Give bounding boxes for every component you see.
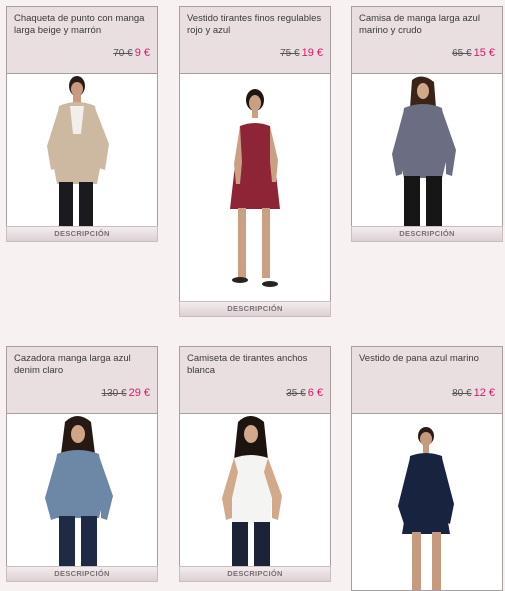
product-card-1[interactable]: Chaqueta de punto con manga larga beige … xyxy=(6,6,158,227)
price: 80 €12 € xyxy=(452,387,495,400)
old-price: 75 € xyxy=(280,48,300,59)
description-button[interactable]: DESCRIPCIÓN xyxy=(179,566,331,582)
price: 75 €19 € xyxy=(280,47,323,60)
old-price: 35 € xyxy=(286,388,306,399)
product-card-6[interactable]: Vestido de pana azul marino 80 €12 € xyxy=(351,346,503,591)
product-title[interactable]: Camisa de manga larga azul marino y crud… xyxy=(359,13,495,37)
product-title[interactable]: Cazadora manga larga azul denim claro xyxy=(14,353,150,377)
sale-price: 15 € xyxy=(473,47,495,59)
price: 35 €6 € xyxy=(286,387,323,400)
description-button[interactable]: DESCRIPCIÓN xyxy=(179,301,331,317)
old-price: 65 € xyxy=(452,48,472,59)
product-title[interactable]: Camiseta de tirantes anchos blanca xyxy=(187,353,323,377)
sale-price: 9 € xyxy=(134,47,150,59)
sale-price: 6 € xyxy=(307,387,323,399)
product-image[interactable] xyxy=(7,74,157,226)
sale-price: 19 € xyxy=(301,47,323,59)
old-price: 80 € xyxy=(452,388,472,399)
product-image[interactable] xyxy=(352,74,502,226)
product-card-4[interactable]: Cazadora manga larga azul denim claro 13… xyxy=(6,346,158,567)
product-image[interactable] xyxy=(180,414,330,566)
product-header: Cazadora manga larga azul denim claro 13… xyxy=(7,347,157,414)
product-title[interactable]: Vestido de pana azul marino xyxy=(359,353,495,365)
product-card-2[interactable]: Vestido tirantes finos regulables rojo y… xyxy=(179,6,331,302)
sale-price: 29 € xyxy=(128,387,150,399)
product-title[interactable]: Vestido tirantes finos regulables rojo y… xyxy=(187,13,323,37)
product-header: Camisa de manga larga azul marino y crud… xyxy=(352,7,502,74)
product-header: Vestido de pana azul marino 80 €12 € xyxy=(352,347,502,414)
description-button[interactable]: DESCRIPCIÓN xyxy=(6,226,158,242)
product-card-3[interactable]: Camisa de manga larga azul marino y crud… xyxy=(351,6,503,227)
description-button[interactable]: DESCRIPCIÓN xyxy=(6,566,158,582)
product-header: Vestido tirantes finos regulables rojo y… xyxy=(180,7,330,74)
price: 65 €15 € xyxy=(452,47,495,60)
product-image[interactable] xyxy=(7,414,157,566)
product-title[interactable]: Chaqueta de punto con manga larga beige … xyxy=(14,13,150,37)
product-card-5[interactable]: Camiseta de tirantes anchos blanca 35 €6… xyxy=(179,346,331,567)
product-image[interactable] xyxy=(352,414,502,590)
sale-price: 12 € xyxy=(473,387,495,399)
price: 70 €9 € xyxy=(113,47,150,60)
product-header: Camiseta de tirantes anchos blanca 35 €6… xyxy=(180,347,330,414)
product-header: Chaqueta de punto con manga larga beige … xyxy=(7,7,157,76)
price: 130 €29 € xyxy=(102,387,150,400)
product-image[interactable] xyxy=(180,74,330,301)
old-price: 130 € xyxy=(101,388,127,399)
old-price: 70 € xyxy=(113,48,133,59)
description-button[interactable]: DESCRIPCIÓN xyxy=(351,226,503,242)
